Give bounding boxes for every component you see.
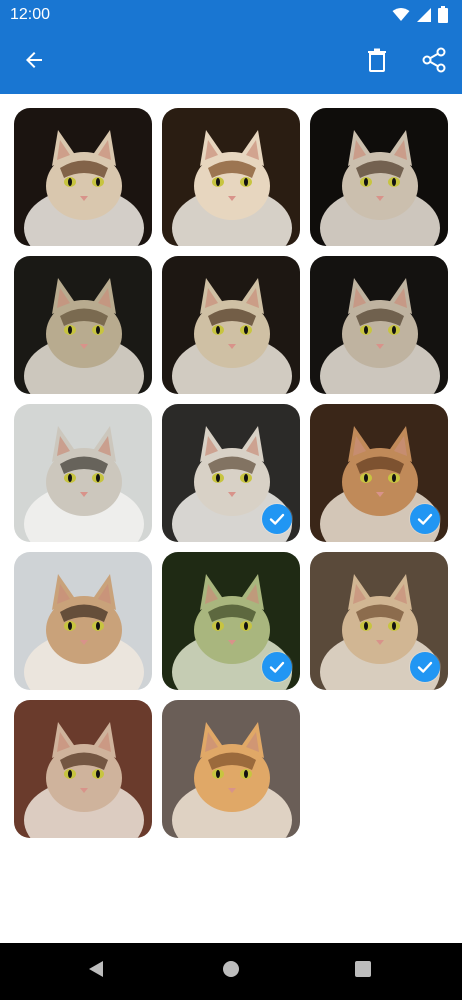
photo-tile[interactable] [310, 404, 448, 542]
selected-check-icon [410, 652, 440, 682]
wifi-icon [392, 7, 410, 27]
signal-icon [416, 7, 432, 28]
photo-tile[interactable] [14, 404, 152, 542]
nav-back-icon [87, 960, 105, 983]
selected-check-icon [262, 504, 292, 534]
nav-recents-icon [354, 960, 372, 983]
photo-tile[interactable] [162, 552, 300, 690]
status-time: 12:00 [10, 6, 51, 23]
photo-tile[interactable] [14, 256, 152, 394]
nav-back-button[interactable] [66, 943, 126, 1000]
photo-tile[interactable] [14, 552, 152, 690]
nav-home-button[interactable] [201, 943, 261, 1000]
selected-check-icon [262, 652, 292, 682]
back-button[interactable] [10, 30, 58, 94]
battery-icon [438, 6, 448, 28]
photo-tile[interactable] [162, 256, 300, 394]
nav-home-icon [222, 960, 240, 983]
photo-tile[interactable] [310, 256, 448, 394]
status-bar: 12:00 [0, 0, 462, 30]
selected-check-icon [410, 504, 440, 534]
back-arrow-icon [22, 48, 46, 77]
cat-photo [162, 700, 300, 838]
photo-tile[interactable] [14, 108, 152, 246]
cat-photo [14, 108, 152, 246]
photo-tile[interactable] [310, 108, 448, 246]
cat-photo [14, 700, 152, 838]
share-icon [421, 47, 447, 78]
photo-tile[interactable] [162, 108, 300, 246]
cat-photo [162, 256, 300, 394]
cat-photo [162, 108, 300, 246]
cat-photo [14, 256, 152, 394]
delete-button[interactable] [353, 30, 401, 94]
app-bar [0, 30, 462, 94]
cat-photo [14, 404, 152, 542]
status-icons [392, 6, 448, 28]
photo-tile[interactable] [310, 552, 448, 690]
nav-recents-button[interactable] [333, 943, 393, 1000]
photo-tile[interactable] [14, 700, 152, 838]
share-button[interactable] [410, 30, 458, 94]
cat-photo [310, 256, 448, 394]
navigation-bar [0, 943, 462, 1000]
delete-icon [366, 48, 388, 77]
cat-photo [310, 108, 448, 246]
photo-tile[interactable] [162, 700, 300, 838]
cat-photo [14, 552, 152, 690]
photo-tile[interactable] [162, 404, 300, 542]
